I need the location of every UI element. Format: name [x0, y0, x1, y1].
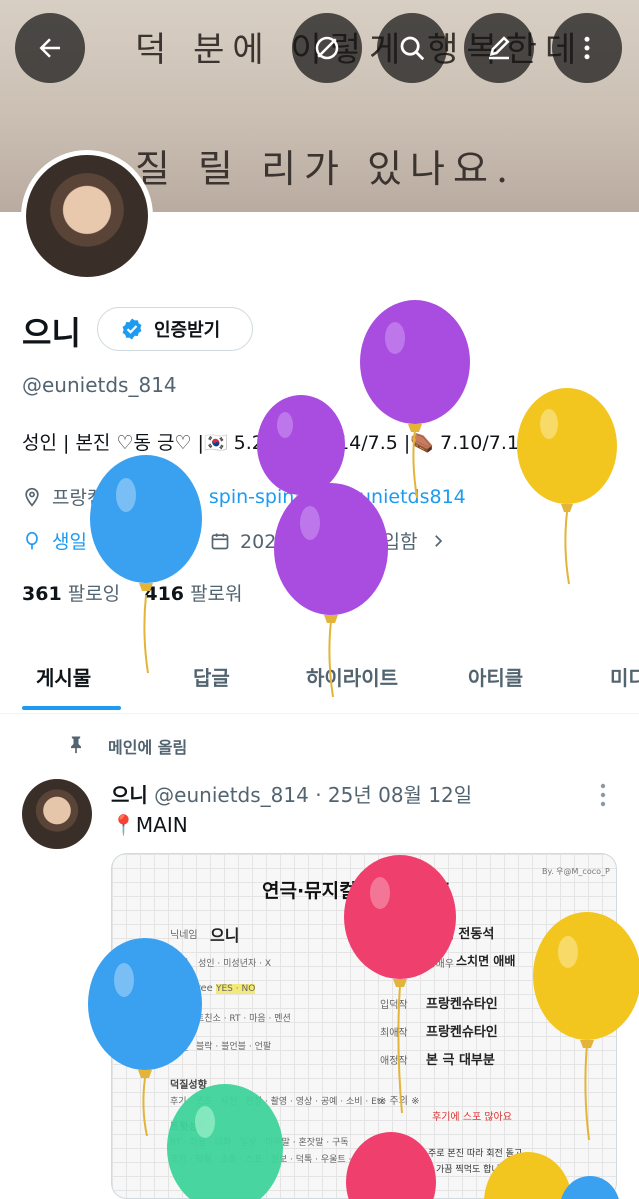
card-deokjil-label: 덕질성향 [170, 1080, 207, 1091]
profile-meta-row-2: 생일 축하합니다! 2024년 7월에 가입함 [22, 527, 457, 554]
pinned-label-text: 메인에 올림 [108, 738, 188, 757]
avatar-image [26, 155, 148, 277]
card-tweet-label: 트윗성향 [170, 1122, 207, 1133]
chevron-right-icon[interactable] [429, 532, 447, 550]
card-fub-items: YES · NO [216, 984, 256, 994]
card-bonjin-label: 본진 [380, 930, 399, 941]
back-arrow-icon [39, 38, 60, 58]
balloon-icon [22, 531, 42, 551]
display-name: 으니 [22, 314, 81, 352]
search-button[interactable] [377, 13, 447, 83]
more-options-button[interactable] [552, 13, 622, 83]
card-choeae-label: 최애작 [380, 1028, 408, 1039]
banner-text-line-2: 질 릴 리가 있나요. [135, 147, 517, 191]
tab-media[interactable]: 미디 [610, 662, 639, 691]
profile-handle: @eunietds_814 [22, 373, 177, 397]
pin-icon [66, 733, 86, 759]
balloon-yellow-icon [517, 388, 617, 585]
profile-website-link[interactable]: spin-spin.com/eunietds814 [209, 486, 466, 508]
card-title: 연극·뮤지컬 자기소개표 [262, 880, 451, 902]
card-bujin-label: 부본진 · 애정배우 [380, 959, 454, 970]
calendar-icon [210, 531, 230, 551]
card-nickname: 으니 [210, 926, 240, 945]
balloon-purple-icon [360, 300, 470, 499]
verify-button-label: 인증받기 [154, 320, 221, 341]
card-ipdeok-label: 입덕작 [380, 1000, 408, 1011]
following-count: 361 [22, 583, 62, 605]
tweet-date[interactable]: · 25년 08월 12일 [315, 783, 472, 807]
card-aejeong: 본 극 대부분 [426, 1053, 495, 1068]
followers-count: 416 [144, 583, 185, 605]
card-aejeong-label: 애정작 [380, 1056, 408, 1067]
card-warning-text: 후기에 스포 많아요 [432, 1112, 512, 1123]
tweet-image[interactable]: 연극·뮤지컬 자기소개표 By. 우@M_coco_P 닉네임 으니 본진 박은… [111, 853, 617, 1199]
card-credit: By. 우@M_coco_P [542, 867, 610, 876]
card-tweet-items-1: RT · 마음 · 대화 · 일상 · 아무말 · 혼잣말 · 구독 [170, 1138, 349, 1148]
profile-avatar[interactable] [21, 150, 153, 282]
followers-link[interactable]: 416 팔로워 [144, 583, 242, 605]
card-etc-label: 그외 Etc [378, 1140, 416, 1151]
get-verified-button[interactable]: 인증받기 [97, 307, 253, 351]
location-icon [22, 487, 42, 507]
card-ibyeol-label: 이별 [170, 1042, 189, 1053]
card-deokjil-items: 후기 · 굿즈 · 사진 · 편집 · 촬영 · 영상 · 공예 · 소비 · … [170, 1097, 386, 1107]
card-fub-label: FUB free [170, 983, 213, 994]
more-vertical-icon [600, 783, 606, 807]
card-ibyeol-items: 블락 · 블언블 · 언팔 [196, 1042, 272, 1052]
birthday-text: 생일 축하합니다! [52, 531, 189, 553]
tweet-author-name[interactable]: 으니 [111, 783, 148, 807]
card-mat-items: 트친소 · RT · 마음 · 멘션 [196, 1014, 291, 1024]
grok-icon [315, 36, 339, 60]
more-vertical-icon [584, 36, 590, 60]
card-mat-label: 맞팔 [170, 1014, 189, 1025]
back-button[interactable] [15, 13, 85, 83]
card-bonjin: 박은태 전동석 [418, 927, 495, 942]
compose-icon [489, 36, 510, 60]
tweet-text: 📍MAIN [111, 813, 188, 837]
tab-posts[interactable]: 게시물 [36, 662, 91, 691]
followers-label: 팔로워 [190, 583, 243, 605]
compose-button[interactable] [464, 13, 534, 83]
card-age-items: 성인 · 미성년자 · X [198, 959, 272, 969]
verified-badge-icon [122, 318, 142, 340]
tab-articles[interactable]: 아티클 [468, 662, 523, 691]
following-link[interactable]: 361 팔로잉 [22, 583, 120, 605]
link-icon [179, 487, 199, 507]
profile-bio: 성인 | 본진 ♡동 긍♡ |🇰🇷 5.25/6.8/6.14/7.5 |⚰️ … [22, 432, 532, 454]
card-ipdeok: 프랑켄슈타인 [426, 997, 498, 1012]
tweet-more-button[interactable] [598, 782, 608, 812]
following-label: 팔로잉 [67, 583, 121, 605]
card-tweet-items-2: 후기 · 덕질 · 소통 · 스포 · 정보 · 덕톡 · 우울트 · Etc [170, 1155, 369, 1165]
pinned-label: 메인에 올림 [66, 733, 187, 759]
tab-replies[interactable]: 답글 [193, 662, 230, 691]
active-tab-indicator [22, 706, 121, 710]
card-choeae: 프랑켄슈타인 [426, 1025, 498, 1040]
tweet-header: 으니 @eunietds_814 · 25년 08월 12일 [111, 779, 472, 808]
card-warning-label: ※ 주의 ※ [378, 1096, 420, 1107]
search-icon [400, 36, 425, 61]
joined-date: 2024년 7월에 가입함 [240, 531, 418, 553]
card-etc-line-2: 가끔 찍먹도 합니다 [436, 1165, 508, 1175]
profile-meta-row-1: 프랑켄슈타인 spin-spin.com/eunietds814 [22, 483, 466, 510]
tab-highlights[interactable]: 하이라이트 [306, 662, 398, 691]
follow-stats: 361 팔로잉 416 팔로워 [22, 579, 243, 606]
card-age-label: 나이 [170, 959, 189, 970]
card-etc-line-1: 주로 본진 따라 회전 돌고 [428, 1149, 523, 1159]
card-nickname-label: 닉네임 [170, 930, 198, 941]
profile-location: 프랑켄슈타인 [52, 487, 157, 509]
tweet-author-handle[interactable]: @eunietds_814 [154, 783, 309, 807]
grok-button[interactable] [292, 13, 362, 83]
card-bujin: 스치면 애배 [456, 954, 516, 968]
profile-tabs: 게시물 답글 하이라이트 아티클 미디 [0, 640, 639, 714]
tweet-author-avatar[interactable] [22, 779, 92, 849]
